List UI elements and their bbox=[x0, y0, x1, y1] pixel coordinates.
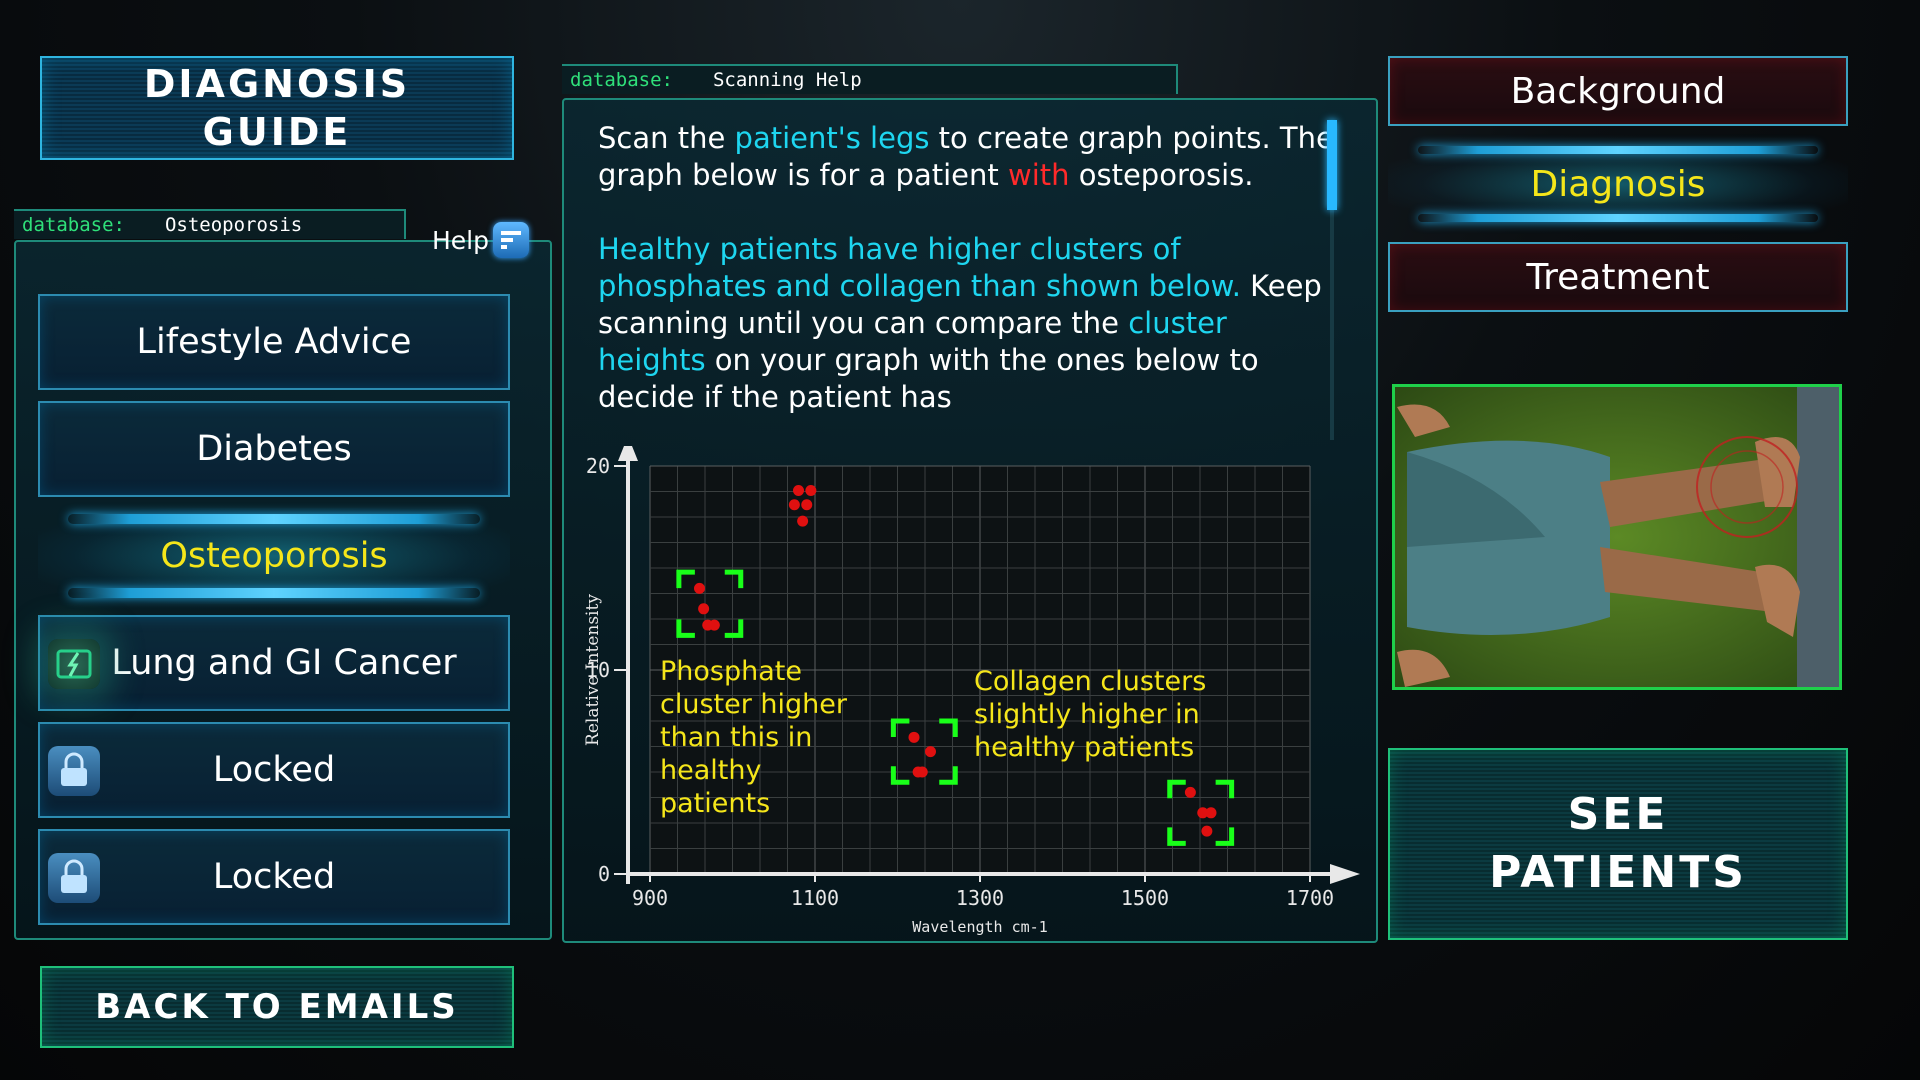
list-item-label: Lung and GI Cancer bbox=[111, 643, 457, 683]
list-item-locked-1[interactable]: Locked bbox=[38, 722, 510, 818]
text-fragment: Scan the bbox=[598, 121, 735, 155]
lock-icon bbox=[48, 746, 100, 796]
data-point bbox=[925, 746, 936, 758]
tab-label: Diagnosis bbox=[1530, 163, 1706, 205]
scroll-thumb[interactable] bbox=[1327, 120, 1337, 210]
data-point bbox=[1201, 825, 1213, 837]
list-item-label: Diabetes bbox=[196, 429, 352, 469]
list-item-lung-gi-cancer[interactable]: Lung and GI Cancer bbox=[38, 615, 510, 711]
y-axis-arrow bbox=[618, 446, 638, 461]
x-tick-label: 1700 bbox=[1286, 886, 1334, 910]
help-text: Scan the patient's legs to create graph … bbox=[598, 120, 1338, 442]
annotation-collagen: Collagen clusters slightly higher in hea… bbox=[974, 666, 1207, 763]
back-to-emails-label: BACK TO EMAILS bbox=[95, 987, 459, 1027]
center-database-tab: database: Scanning Help bbox=[562, 64, 1178, 94]
x-tick-label: 1300 bbox=[956, 886, 1004, 910]
list-item-label: Locked bbox=[212, 857, 336, 897]
data-point bbox=[801, 499, 813, 511]
data-point bbox=[797, 515, 809, 527]
data-point bbox=[708, 619, 720, 631]
data-point bbox=[908, 731, 920, 743]
tab-label: Treatment bbox=[1526, 256, 1710, 298]
text-scrollbar[interactable] bbox=[1327, 120, 1337, 440]
diagnosis-guide-button[interactable]: DIAGNOSIS GUIDE bbox=[40, 56, 514, 160]
see-patients-button[interactable]: SEE PATIENTS bbox=[1388, 748, 1848, 940]
list-item-label: Lifestyle Advice bbox=[136, 322, 412, 362]
tab-diagnosis[interactable]: Diagnosis bbox=[1388, 144, 1848, 224]
left-database-tab: database: Osteoporosis bbox=[14, 209, 406, 239]
data-point bbox=[788, 499, 800, 511]
tab-label: Background bbox=[1510, 70, 1726, 112]
data-point bbox=[916, 766, 928, 778]
list-item-lifestyle-advice[interactable]: Lifestyle Advice bbox=[38, 294, 510, 390]
help-icon bbox=[493, 222, 529, 258]
patient-legs-image bbox=[1395, 387, 1839, 687]
help-button[interactable]: Help bbox=[432, 222, 529, 258]
x-tick-label: 1100 bbox=[791, 886, 839, 910]
database-value: Osteoporosis bbox=[164, 214, 303, 236]
text-fragment: osteporosis. bbox=[1069, 158, 1254, 192]
data-point bbox=[694, 582, 705, 594]
diagnosis-guide-label: DIAGNOSIS GUIDE bbox=[143, 62, 411, 154]
data-point bbox=[805, 484, 817, 496]
help-label: Help bbox=[432, 225, 489, 255]
lock-icon bbox=[48, 853, 100, 903]
data-point bbox=[1205, 807, 1217, 819]
list-item-locked-2[interactable]: Locked bbox=[38, 829, 510, 925]
see-patients-label: SEE PATIENTS bbox=[1489, 789, 1747, 898]
battery-icon bbox=[48, 639, 100, 689]
annotation-phosphate: Phosphate cluster higher than this in he… bbox=[660, 656, 847, 819]
list-item-diabetes[interactable]: Diabetes bbox=[38, 401, 510, 497]
y-tick-label: 20 bbox=[586, 454, 610, 478]
y-axis-label: Relative Intensity bbox=[583, 594, 603, 746]
database-value: Scanning Help bbox=[712, 69, 862, 91]
x-tick-label: 1500 bbox=[1121, 886, 1169, 910]
text-highlight: with bbox=[1007, 158, 1070, 192]
tab-treatment[interactable]: Treatment bbox=[1388, 242, 1848, 312]
patient-scan-view[interactable] bbox=[1392, 384, 1842, 690]
list-item-label: Osteoporosis bbox=[160, 536, 388, 576]
tab-background[interactable]: Background bbox=[1388, 56, 1848, 126]
x-tick-label: 900 bbox=[632, 886, 668, 910]
x-axis-label: Wavelength cm-1 bbox=[912, 918, 1047, 936]
data-point bbox=[698, 603, 710, 615]
x-axis-arrow bbox=[1330, 864, 1360, 884]
list-item-osteoporosis[interactable]: Osteoporosis bbox=[38, 508, 510, 604]
data-point bbox=[1184, 786, 1196, 798]
back-to-emails-button[interactable]: BACK TO EMAILS bbox=[40, 966, 514, 1048]
database-key: database: bbox=[22, 214, 125, 236]
database-key: database: bbox=[570, 69, 673, 91]
y-tick-label: 0 bbox=[598, 862, 610, 886]
list-item-label: Locked bbox=[212, 750, 336, 790]
text-highlight: patient's legs bbox=[734, 121, 930, 155]
data-point bbox=[793, 484, 804, 496]
text-highlight: Healthy patients have higher clusters of… bbox=[598, 232, 1241, 303]
